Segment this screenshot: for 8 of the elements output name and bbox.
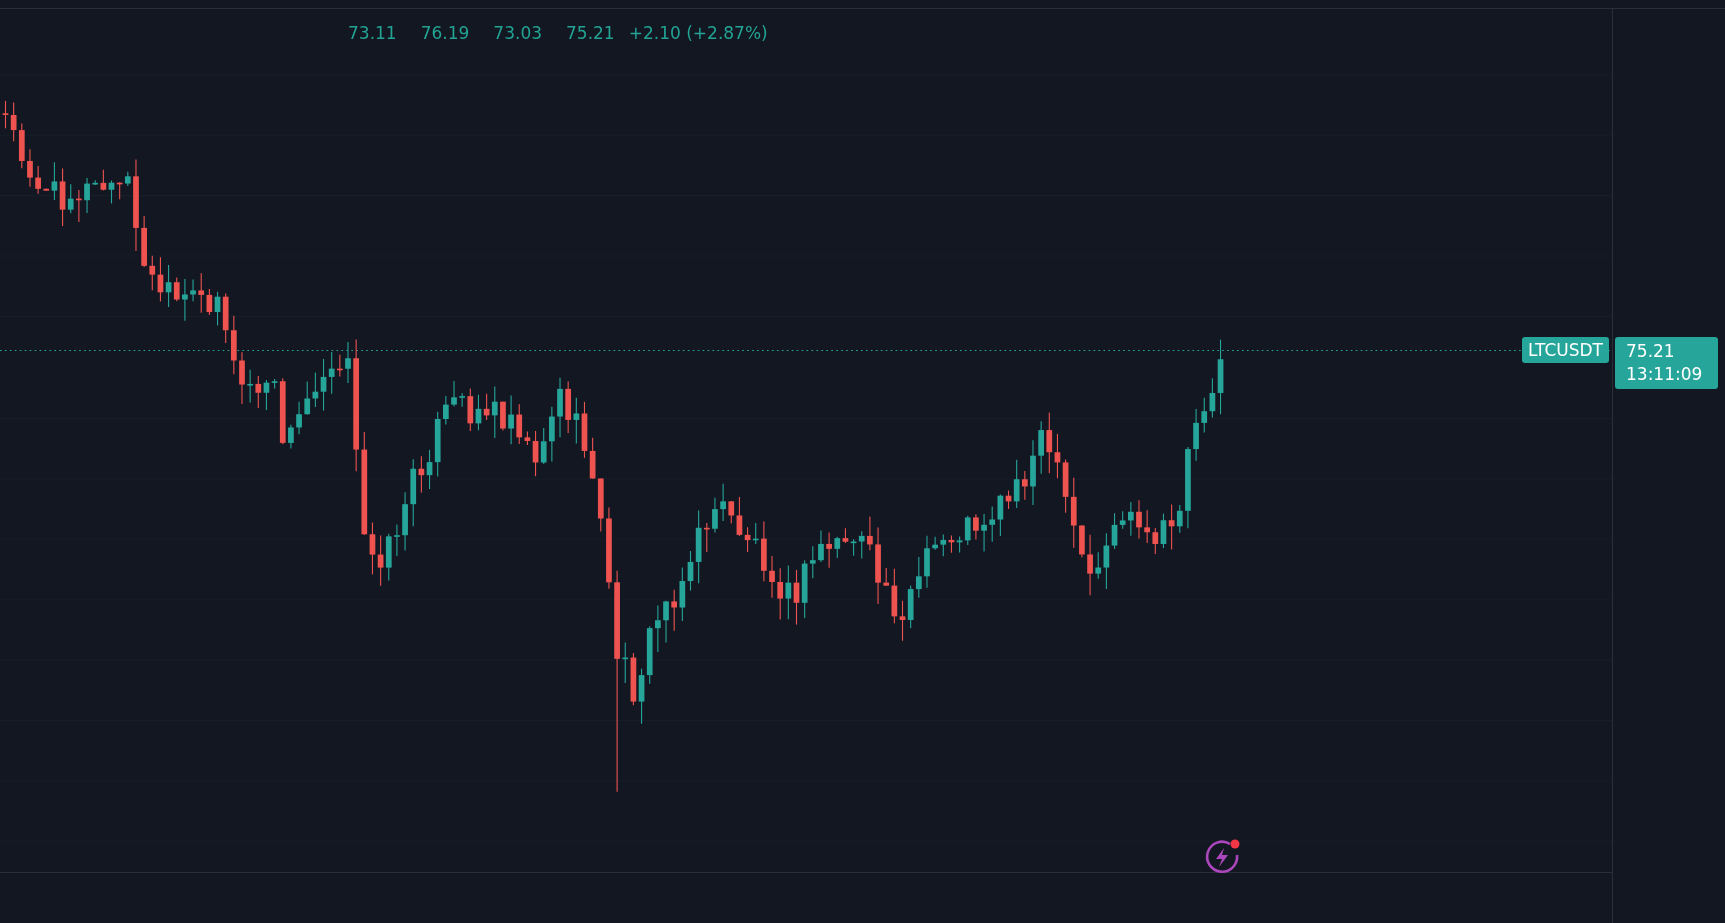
change-value: +2.10 (+2.87%) xyxy=(628,23,768,43)
open-value: 73.11 xyxy=(348,23,397,43)
last-price: 75.21 xyxy=(1626,340,1676,363)
high-value: 76.19 xyxy=(420,23,470,43)
low-value: 73.03 xyxy=(493,23,542,43)
symbol-label: LTCUSDT xyxy=(1521,337,1609,363)
countdown-timer: 13:11:09 xyxy=(1626,363,1704,386)
close-value: 75.21 xyxy=(566,23,615,43)
